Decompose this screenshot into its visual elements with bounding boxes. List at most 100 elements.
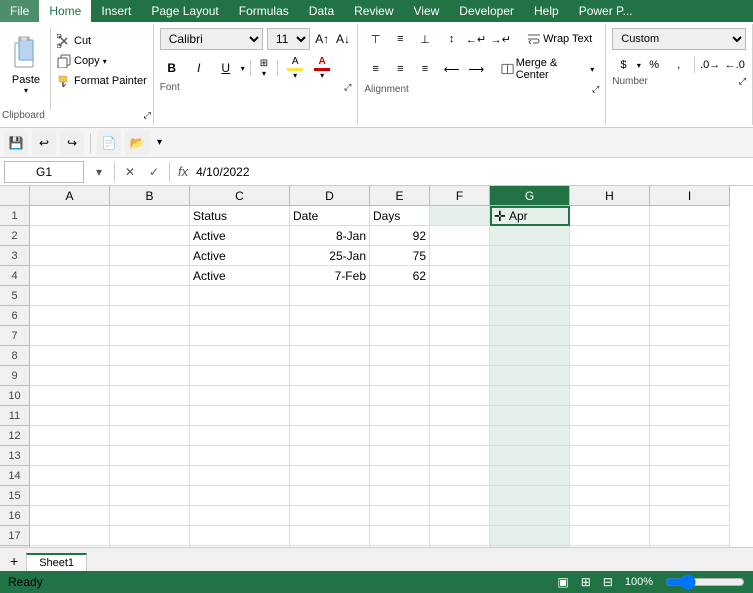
cell-H1[interactable]	[570, 206, 650, 226]
cell-A16[interactable]	[30, 506, 110, 526]
align-middle-button[interactable]: ≡	[389, 28, 412, 50]
cell-F16[interactable]	[430, 506, 490, 526]
cell-B12[interactable]	[110, 426, 190, 446]
comma-button[interactable]: ,	[667, 54, 690, 76]
cell-A6[interactable]	[30, 306, 110, 326]
italic-button[interactable]: I	[187, 57, 211, 79]
cell-B2[interactable]	[110, 226, 190, 246]
cell-D11[interactable]	[290, 406, 370, 426]
cell-I4[interactable]	[650, 266, 730, 286]
cell-G7[interactable]	[490, 326, 570, 346]
cell-F17[interactable]	[430, 526, 490, 546]
cell-I8[interactable]	[650, 346, 730, 366]
cell-F2[interactable]	[430, 226, 490, 246]
decrease-decimal-button[interactable]: ←.0	[723, 54, 746, 76]
cell-C2[interactable]: Active	[190, 226, 290, 246]
cell-F15[interactable]	[430, 486, 490, 506]
text-direction-button[interactable]: ↕	[440, 28, 463, 50]
cell-I3[interactable]	[650, 246, 730, 266]
cell-C13[interactable]	[190, 446, 290, 466]
cell-F1[interactable]	[430, 206, 490, 226]
font-name-select[interactable]: Calibri	[160, 28, 263, 50]
cell-E16[interactable]	[370, 506, 430, 526]
cell-C3[interactable]: Active	[190, 246, 290, 266]
cell-B7[interactable]	[110, 326, 190, 346]
cell-F3[interactable]	[430, 246, 490, 266]
page-break-view-button[interactable]: ⊟	[603, 575, 613, 589]
clipboard-expand-icon[interactable]: ⤢	[144, 110, 151, 121]
align-bottom-button[interactable]: ⊥	[414, 28, 437, 50]
cell-D17[interactable]	[290, 526, 370, 546]
cell-B6[interactable]	[110, 306, 190, 326]
open-toolbar-button[interactable]: 📂	[125, 131, 149, 155]
underline-dropdown[interactable]: ▾	[241, 64, 245, 73]
new-toolbar-button[interactable]: 📄	[97, 131, 121, 155]
cell-A10[interactable]	[30, 386, 110, 406]
cell-E10[interactable]	[370, 386, 430, 406]
name-box-dropdown[interactable]: ▾	[88, 161, 110, 183]
paste-button[interactable]: Paste ▾	[2, 28, 51, 110]
cell-A4[interactable]	[30, 266, 110, 286]
cell-I2[interactable]	[650, 226, 730, 246]
undo-toolbar-button[interactable]: ↩	[32, 131, 56, 155]
align-right-button[interactable]: ≡	[414, 58, 437, 80]
col-header-F[interactable]: F	[430, 186, 490, 206]
increase-decimal-button[interactable]: .0→	[699, 54, 722, 76]
cell-F12[interactable]	[430, 426, 490, 446]
cell-A7[interactable]	[30, 326, 110, 346]
col-header-B[interactable]: B	[110, 186, 190, 206]
indent-left-button[interactable]: ←↵	[465, 28, 488, 50]
cell-I17[interactable]	[650, 526, 730, 546]
cell-I12[interactable]	[650, 426, 730, 446]
cell-E12[interactable]	[370, 426, 430, 446]
cell-D9[interactable]	[290, 366, 370, 386]
cell-H7[interactable]	[570, 326, 650, 346]
cell-E1[interactable]: Days	[370, 206, 430, 226]
cell-B11[interactable]	[110, 406, 190, 426]
cancel-formula-button[interactable]: ✕	[119, 161, 141, 183]
menu-file[interactable]: File	[0, 0, 39, 22]
cell-E7[interactable]	[370, 326, 430, 346]
cell-H5[interactable]	[570, 286, 650, 306]
cell-F11[interactable]	[430, 406, 490, 426]
align-top-button[interactable]: ⊤	[364, 28, 387, 50]
menu-page-layout[interactable]: Page Layout	[141, 0, 228, 22]
cell-A8[interactable]	[30, 346, 110, 366]
cell-I15[interactable]	[650, 486, 730, 506]
cell-B16[interactable]	[110, 506, 190, 526]
cell-E5[interactable]	[370, 286, 430, 306]
cell-C10[interactable]	[190, 386, 290, 406]
increase-font-size-button[interactable]: A↑	[314, 30, 331, 48]
decrease-font-size-button[interactable]: A↓	[335, 30, 352, 48]
cell-C4[interactable]: Active	[190, 266, 290, 286]
cell-G14[interactable]	[490, 466, 570, 486]
menu-developer[interactable]: Developer	[449, 0, 524, 22]
cell-B13[interactable]	[110, 446, 190, 466]
format-painter-button[interactable]: Format Painter	[53, 72, 151, 90]
cell-A1[interactable]	[30, 206, 110, 226]
page-layout-view-button[interactable]: ⊞	[581, 575, 591, 589]
cell-G6[interactable]	[490, 306, 570, 326]
cell-D3[interactable]: 25-Jan	[290, 246, 370, 266]
cell-H2[interactable]	[570, 226, 650, 246]
cell-A12[interactable]	[30, 426, 110, 446]
cell-G3[interactable]	[490, 246, 570, 266]
percent-button[interactable]: %	[643, 54, 666, 76]
cell-B14[interactable]	[110, 466, 190, 486]
number-format-select[interactable]: Custom	[612, 28, 746, 50]
cell-I9[interactable]	[650, 366, 730, 386]
cell-B8[interactable]	[110, 346, 190, 366]
menu-home[interactable]: Home	[39, 0, 91, 22]
cell-F13[interactable]	[430, 446, 490, 466]
merge-dropdown[interactable]: ▾	[590, 65, 594, 74]
cell-E15[interactable]	[370, 486, 430, 506]
menu-review[interactable]: Review	[344, 0, 403, 22]
align-left-button[interactable]: ≡	[364, 58, 387, 80]
cell-E6[interactable]	[370, 306, 430, 326]
currency-button[interactable]: $	[612, 54, 635, 76]
cell-F4[interactable]	[430, 266, 490, 286]
cell-G13[interactable]	[490, 446, 570, 466]
cell-H6[interactable]	[570, 306, 650, 326]
col-header-G[interactable]: G	[490, 186, 570, 206]
font-expand-icon[interactable]: ⤢	[344, 82, 351, 93]
